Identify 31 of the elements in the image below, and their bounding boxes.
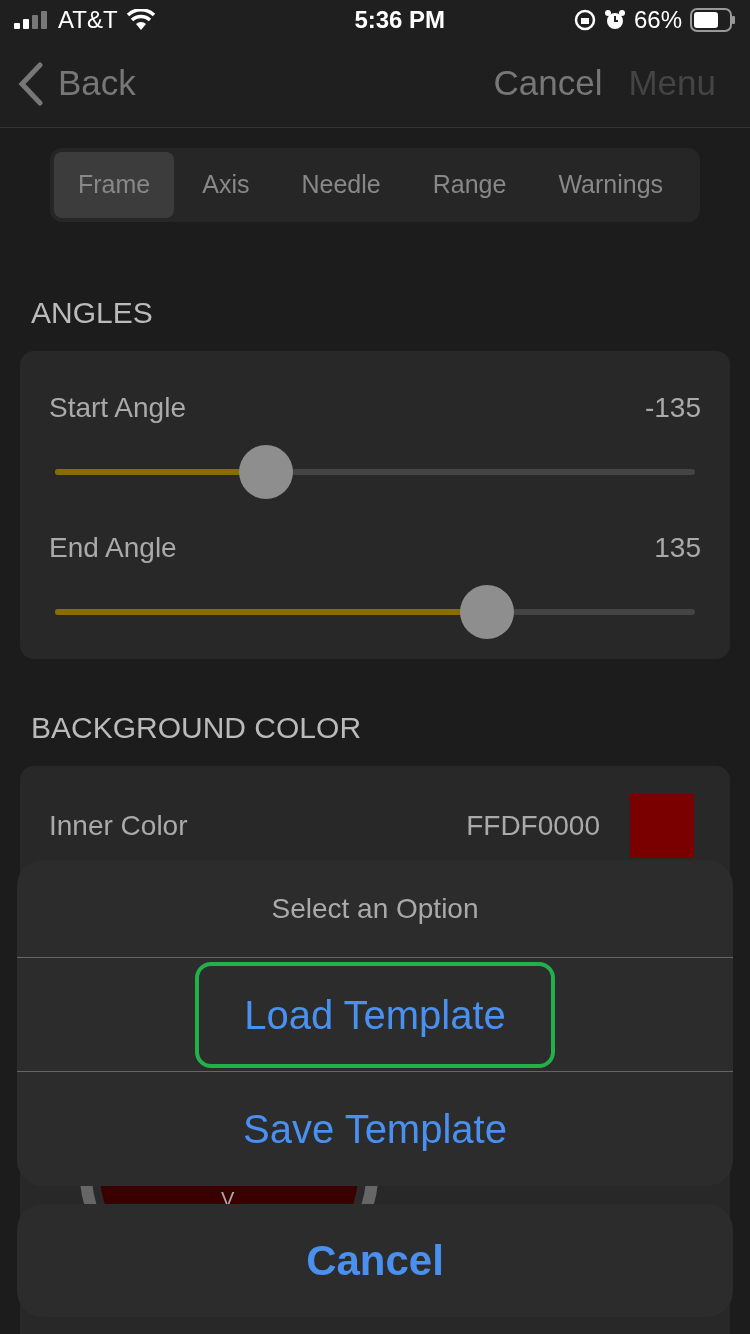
section-heading: ANGLES	[31, 295, 154, 331]
slider-value: -135	[644, 391, 701, 425]
signal-icon	[14, 11, 50, 29]
slider-thumb[interactable]	[460, 585, 514, 639]
rotation-lock-icon	[573, 9, 596, 31]
alarm-icon	[603, 9, 626, 31]
battery-icon	[690, 8, 736, 32]
section-heading: BACKGROUND COLOR	[31, 710, 363, 746]
back-button[interactable]: Back	[18, 57, 136, 110]
cancel-button[interactable]: Cancel	[493, 57, 603, 110]
sheet-option[interactable]: Save Template	[195, 1076, 555, 1182]
slider-thumb[interactable]	[239, 445, 294, 499]
slider-label: End Angle	[49, 531, 177, 565]
battery-percent: 66%	[633, 5, 682, 35]
status-time: 5:36 PM	[354, 5, 446, 35]
wifi-icon	[125, 9, 156, 31]
slider-label: Start Angle	[49, 391, 186, 425]
color-swatch[interactable]	[630, 794, 694, 858]
cancel-button[interactable]: Cancel	[17, 1204, 733, 1317]
tab[interactable]: Axis	[178, 152, 274, 218]
tab[interactable]: Frame	[54, 152, 175, 218]
chevron-left-icon	[18, 61, 44, 106]
sheet-title: Select an Option	[17, 860, 733, 958]
color-value: FFDF0000	[466, 809, 600, 843]
tab[interactable]: Range	[408, 152, 531, 218]
sheet-option[interactable]: Load Template	[195, 961, 555, 1068]
tab[interactable]: Warnings	[534, 152, 688, 218]
tab[interactable]: Needle	[277, 152, 405, 218]
row-label: Inner Color	[49, 809, 189, 843]
slider-value: 135	[654, 531, 701, 565]
carrier-name: AT&T	[58, 5, 118, 35]
